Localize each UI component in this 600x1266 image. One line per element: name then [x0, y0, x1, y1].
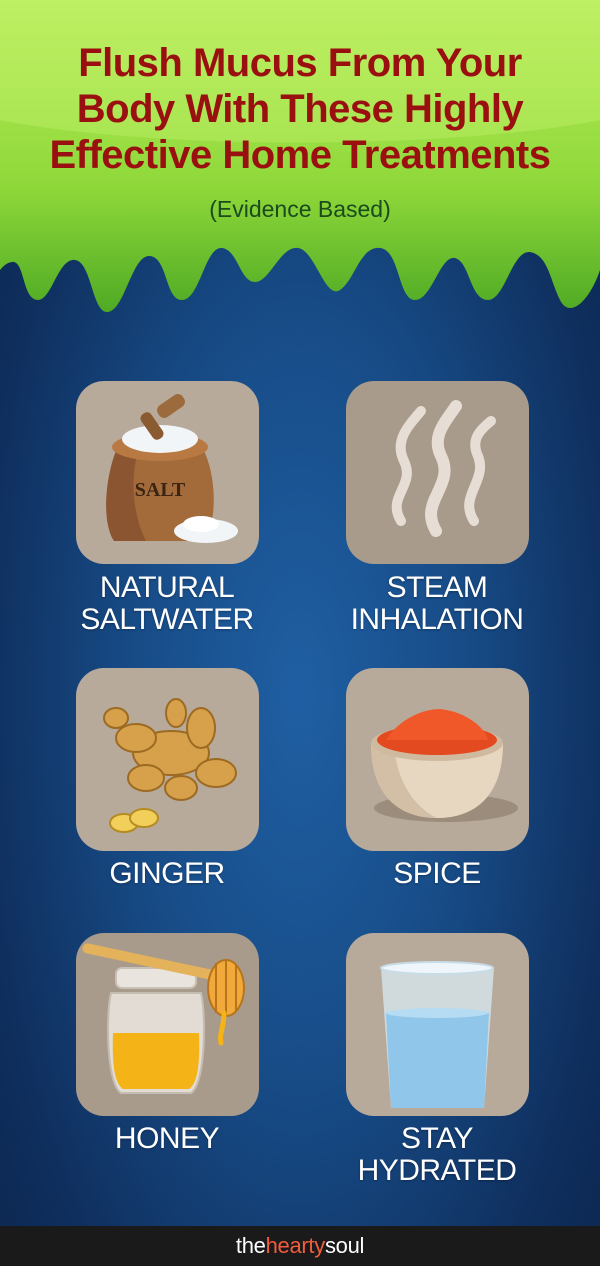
spice-label-line-1: SPICE	[393, 857, 481, 890]
steam-card	[346, 381, 529, 564]
salt-sack-icon: SALT	[106, 394, 238, 543]
honey-jar-icon	[82, 943, 245, 1094]
brand-logo: theheartysoul	[235, 1233, 365, 1259]
footer-bar: theheartysoul	[0, 1226, 600, 1266]
salt-sack-label: SALT	[135, 479, 186, 501]
title-line-2: Body With These Highly	[76, 87, 524, 131]
honey-label-line-1: HONEY	[114, 1122, 220, 1155]
spice-label: SPICE	[317, 858, 557, 890]
saltwater-card: SALT	[76, 381, 259, 564]
saltwater-label: NATURAL SALTWATER	[47, 572, 287, 636]
steam-label-line-2: INHALATION	[350, 603, 524, 636]
steam-label: STEAM INHALATION	[317, 572, 557, 636]
saltwater-label-line-2: SALTWATER	[80, 603, 254, 636]
steam-icon	[391, 400, 496, 537]
water-card	[346, 933, 529, 1116]
ginger-label: GINGER	[47, 858, 287, 890]
brand-part-soul: soul	[324, 1233, 365, 1258]
hydrated-label-line-1: STAY	[401, 1122, 473, 1155]
brand-part-hearty: hearty	[265, 1233, 326, 1258]
honey-label: HONEY	[47, 1123, 287, 1155]
ginger-card	[76, 668, 259, 851]
hydrated-label-line-2: HYDRATED	[357, 1154, 517, 1187]
title-line-1: Flush Mucus From Your	[78, 41, 522, 85]
ginger-root-icon	[103, 698, 237, 833]
subtitle: (Evidence Based)	[209, 196, 391, 222]
title-line-3: Effective Home Treatments	[49, 133, 551, 177]
ginger-label-line-1: GINGER	[109, 857, 225, 890]
saltwater-label-line-1: NATURAL	[99, 571, 235, 604]
page-title: Flush Mucus From Your Body With These Hi…	[0, 40, 600, 178]
hydrated-label: STAY HYDRATED	[317, 1123, 557, 1187]
honey-card	[76, 933, 259, 1116]
steam-label-line-1: STEAM	[386, 571, 488, 604]
spice-bowl-icon	[371, 709, 518, 822]
water-glass-icon	[380, 961, 494, 1108]
spice-card	[346, 668, 529, 851]
brand-part-the: the	[235, 1233, 266, 1258]
